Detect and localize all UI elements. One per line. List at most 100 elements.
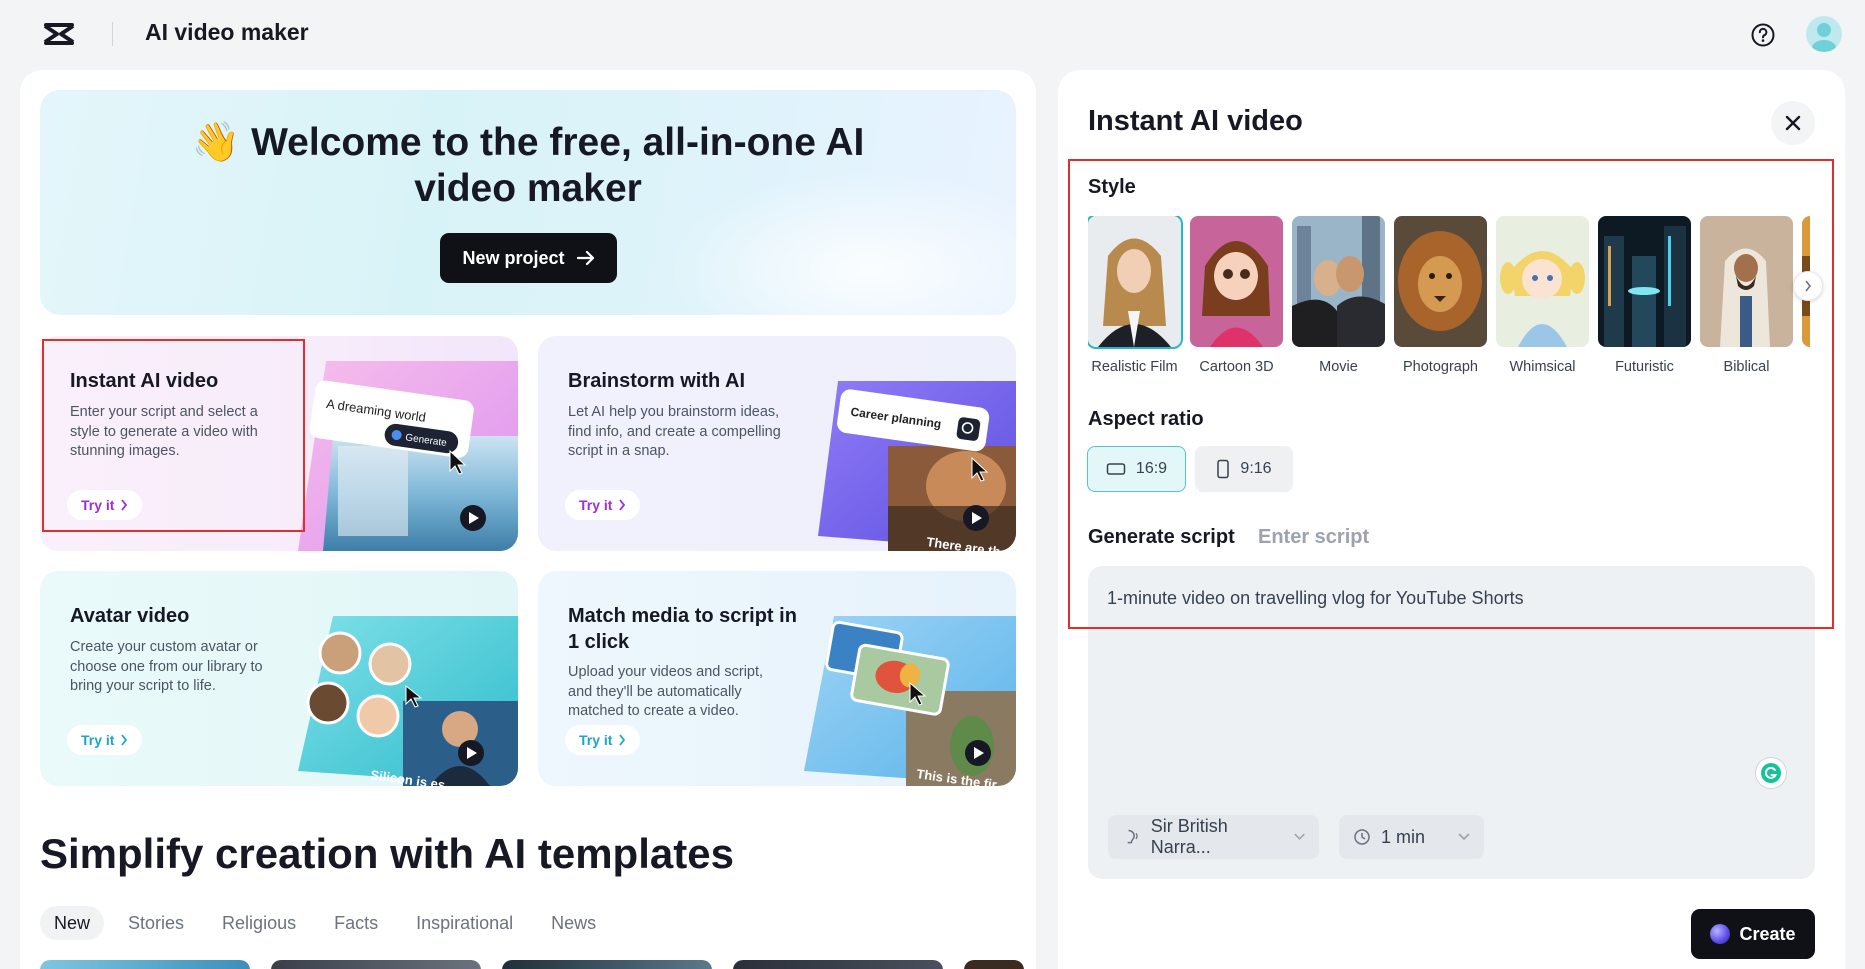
tab-facts[interactable]: Facts [320,906,392,940]
style-whimsical[interactable]: Whimsical [1496,216,1589,375]
style-label-text: Whimsical [1509,359,1576,375]
tab-stories[interactable]: Stories [114,906,198,940]
tab-inspirational[interactable]: Inspirational [402,906,527,940]
card-illustration-match-media: This is the fir [804,616,1016,786]
template-thumbnail[interactable] [502,960,712,969]
card-title: Match media to script in 1 click [568,605,797,653]
try-it-label: Try it [81,732,115,748]
style-photograph[interactable]: Photograph [1394,216,1487,375]
card-brainstorm-with-ai[interactable]: Brainstorm with AI Let AI help you brain… [538,336,1016,551]
create-button[interactable]: Create [1691,909,1815,959]
style-movie[interactable]: Movie [1292,216,1385,375]
chevron-right-icon [619,734,626,746]
style-label-text: Biblical [1723,359,1770,375]
card-instant-ai-video[interactable]: Instant AI video Enter your script and s… [40,336,518,551]
duration-value: 1 min [1381,826,1426,847]
try-it-button[interactable]: Try it [67,725,143,755]
card-description: Upload your videos and script, and they'… [568,664,764,719]
style-realistic-film[interactable]: Realistic Film [1088,216,1183,375]
template-thumbnail[interactable] [964,960,1024,969]
template-thumbnail[interactable] [733,960,943,969]
clock-icon [1354,829,1370,845]
tab-religious[interactable]: Religious [208,906,310,940]
style-label-text: Futuristic [1615,359,1674,375]
help-icon[interactable] [1750,22,1776,48]
try-it-label: Try it [81,497,115,513]
card-description: Let AI help you brainstorm ideas, find i… [568,404,781,459]
style-biblical[interactable]: Biblical [1700,216,1793,375]
chevron-right-icon [1805,280,1812,292]
chevron-right-icon [121,499,128,511]
chevron-right-icon [619,499,626,511]
aspect-9-16-button[interactable]: 9:16 [1195,446,1293,492]
grammarly-icon[interactable] [1755,757,1787,789]
aspect-label: 16:9 [1135,460,1168,477]
voice-value: Sir British Narra... [1150,816,1228,857]
card-illustration-generate: A dreaming world Generate [298,361,518,551]
voice-dropdown[interactable]: Sir British Narra... [1108,815,1319,859]
style-options: Realistic Film Cartoon 3D Movie Photogra… [1088,216,1810,376]
style-label-text: Realistic Film [1091,359,1178,375]
tab-news[interactable]: News [537,906,610,940]
user-avatar[interactable] [1806,16,1842,52]
template-thumbnail[interactable] [271,960,481,969]
chevron-down-icon [1458,833,1470,841]
try-it-label: Try it [579,497,613,513]
style-thumbnail [1496,216,1589,347]
aspect-ratio-label: Aspect ratio [1088,408,1204,430]
panel-title: Instant AI video [1088,105,1303,137]
style-label-text: Cartoon 3D [1199,359,1274,375]
arrow-right-icon [576,250,594,266]
close-button[interactable] [1771,101,1815,145]
style-label: Style [1088,176,1136,198]
template-tabs: New Stories Religious Facts Inspirationa… [40,906,610,940]
style-thumbnail [1394,216,1487,347]
new-project-button[interactable]: New project [440,233,617,283]
style-label-text: Photograph [1403,359,1478,375]
style-label-text: Movie [1319,359,1358,375]
avatar-person-icon [1812,23,1836,52]
capcut-logo-icon[interactable] [42,20,76,48]
style-thumbnail [1598,216,1691,347]
try-it-button[interactable]: Try it [565,725,641,755]
landscape-ratio-icon [1106,463,1126,475]
styles-next-button[interactable] [1793,271,1823,301]
style-cartoon-3d[interactable]: Cartoon 3D [1190,216,1283,375]
chevron-right-icon [121,734,128,746]
style-thumbnail [1190,216,1283,347]
close-icon [1785,115,1801,131]
topbar-divider [112,22,113,46]
try-it-label: Try it [579,732,613,748]
try-it-button[interactable]: Try it [565,490,641,520]
try-it-button[interactable]: Try it [67,490,143,520]
duration-dropdown[interactable]: 1 min [1339,815,1484,859]
card-illustration-avatar: Silicon is es [298,616,518,786]
tab-new[interactable]: New [40,906,105,940]
top-bar: AI video maker [0,0,1865,68]
style-thumbnail [1700,216,1793,347]
card-title: Instant AI video [70,370,219,392]
templates-title: Simplify creation with AI templates [40,830,734,877]
create-orb-icon [1710,924,1731,944]
template-thumbnail[interactable] [40,960,250,969]
style-thumbnail [1088,216,1183,349]
chevron-down-icon [1294,833,1305,840]
card-match-media-to-script[interactable]: Match media to script in 1 click Upload … [538,571,1016,786]
card-title: Avatar video [70,605,190,627]
hero-title: 👋 Welcome to the free, all-in-one AI vid… [191,121,865,210]
card-avatar-video[interactable]: Avatar video Create your custom avatar o… [40,571,518,786]
style-label-text: I [1802,359,1811,375]
script-textarea[interactable]: 1-minute video on travelling vlog for Yo… [1107,588,1524,609]
portrait-ratio-icon [1217,459,1230,479]
enter-script-tab[interactable]: Enter script [1258,526,1369,549]
voice-icon [1127,829,1138,844]
style-thumbnail [1292,216,1385,347]
card-illustration-brainstorm: Career planning There are th [818,381,1016,551]
create-label: Create [1739,923,1796,944]
style-futuristic[interactable]: Futuristic [1598,216,1691,375]
card-description: Enter your script and select a style to … [70,404,258,459]
generate-script-tab[interactable]: Generate script [1088,526,1235,549]
aspect-16-9-button[interactable]: 16:9 [1087,446,1186,492]
card-title: Brainstorm with AI [568,370,746,392]
aspect-label: 9:16 [1240,460,1272,477]
